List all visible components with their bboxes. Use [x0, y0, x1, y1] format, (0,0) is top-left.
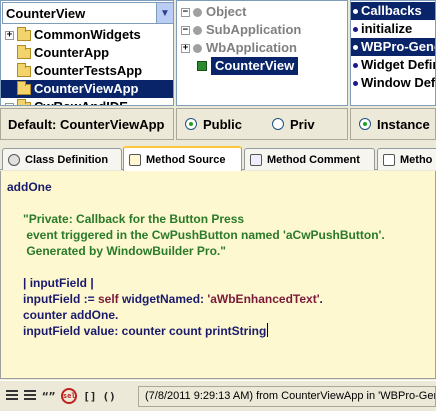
comment-line: Generated by WindowBuilder Pro."	[23, 244, 226, 258]
tab-label: Method Comment	[267, 153, 360, 166]
class-ball-icon	[193, 43, 202, 53]
category-item-widget-definitions[interactable]: Widget Definitions	[351, 56, 435, 74]
bullet-icon	[353, 62, 358, 68]
class-icon	[197, 61, 207, 71]
hierarchy-item-subapplication[interactable]: − SubApplication	[177, 21, 347, 39]
method-selector-line: addOne	[7, 180, 52, 194]
category-item-window-defaults[interactable]: Window Defaults	[351, 74, 435, 92]
default-application-label: Default: CounterViewApp	[0, 108, 174, 140]
code-line: inputField := self widgetNamed: 'aWbEnha…	[23, 292, 323, 306]
method-source-editor[interactable]: addOne "Private: Callback for the Button…	[0, 171, 436, 379]
folder-icon	[17, 26, 31, 41]
private-radio-label: Priv	[290, 116, 315, 132]
method-source-icon	[129, 153, 141, 166]
tab-method-source[interactable]: Method Source	[123, 146, 242, 171]
tab-method-comment[interactable]: Method Comment	[244, 148, 375, 170]
public-radio[interactable]: Public	[185, 117, 242, 132]
categories-pane: Callbacks initialize WBPro-Generated Wid…	[350, 0, 436, 106]
app-item-countertestsapp[interactable]: CounterTestsApp	[1, 62, 173, 80]
bullet-icon	[353, 44, 358, 50]
category-item-initialize[interactable]: initialize	[351, 20, 435, 38]
bullet-icon	[353, 8, 358, 14]
category-item-label: Callbacks	[361, 3, 422, 18]
class-hierarchy-tree: − Object − SubApplication + WbApplicatio…	[177, 3, 347, 75]
outdent-icon[interactable]	[24, 390, 36, 402]
app-item-label: CwRowAndIDE	[34, 98, 128, 105]
radio-selected-icon	[185, 118, 197, 130]
text-cursor	[267, 323, 269, 337]
category-item-label: WBPro-Generated	[361, 39, 435, 54]
visibility-radio-group: Public Priv	[176, 108, 348, 140]
app-item-label: CommonWidgets	[34, 27, 141, 42]
folder-icon	[17, 98, 31, 105]
app-item-partial[interactable]: CwRowAndIDE	[1, 98, 173, 105]
class-ball-icon	[193, 7, 202, 17]
app-item-commonwidgets[interactable]: + CommonWidgets	[1, 26, 173, 44]
hierarchy-item-object[interactable]: − Object	[177, 3, 347, 21]
category-item-wbpro-generated[interactable]: WBPro-Generated	[351, 38, 435, 56]
comment-line: event triggered in the CwPushButton name…	[23, 228, 385, 242]
expand-icon[interactable]	[5, 102, 14, 105]
expand-icon[interactable]: +	[181, 43, 190, 53]
instance-radio[interactable]: Instance	[359, 117, 430, 132]
app-item-label: CounterViewApp	[34, 81, 139, 96]
tab-label: Metho	[400, 153, 433, 166]
tab-method-extra[interactable]: Metho	[377, 148, 436, 170]
public-radio-label: Public	[203, 116, 243, 132]
status-bar: “” sel [] () (7/8/2011 9:29:13 AM) from …	[0, 380, 436, 411]
app-item-label: CounterTestsApp	[34, 63, 143, 78]
class-selector-value: CounterView	[6, 5, 86, 21]
collapse-icon[interactable]: −	[181, 7, 190, 17]
class-definition-icon	[8, 153, 20, 166]
collapse-icon[interactable]: −	[181, 25, 190, 35]
category-item-label: Window Defaults	[361, 75, 436, 90]
categories-list: Callbacks initialize WBPro-Generated Wid…	[351, 2, 435, 92]
tab-label: Class Definition	[25, 153, 109, 166]
comment-line: "Private: Callback for the Button Press	[23, 212, 245, 226]
bullet-icon	[353, 26, 358, 32]
applications-tree: + CommonWidgets CounterApp CounterTestsA…	[1, 26, 173, 105]
brackets-icon[interactable]: []	[83, 388, 96, 404]
status-message: (7/8/2011 9:29:13 AM) from CounterViewAp…	[138, 386, 436, 407]
folder-icon	[17, 80, 31, 95]
hierarchy-item-label: CounterView	[211, 57, 299, 75]
class-ball-icon	[193, 25, 202, 35]
chevron-down-icon[interactable]: ▼	[156, 3, 173, 23]
class-hierarchy-pane: − Object − SubApplication + WbApplicatio…	[176, 0, 348, 106]
radio-unselected-icon	[272, 118, 285, 130]
hierarchy-item-label: Object	[206, 4, 247, 19]
code-line: counter addOne.	[23, 308, 119, 322]
instance-radio-group: Instance	[350, 108, 436, 140]
sel-circle-icon[interactable]: sel	[61, 388, 78, 404]
category-item-label: Widget Definitions	[361, 57, 435, 72]
app-item-counterapp[interactable]: CounterApp	[1, 44, 173, 62]
folder-icon	[17, 62, 31, 77]
radio-selected-icon	[359, 118, 371, 130]
hierarchy-item-label: SubApplication	[206, 22, 302, 37]
instance-radio-label: Instance	[377, 116, 430, 132]
hierarchy-item-label: WbApplication	[206, 40, 297, 55]
code-line: inputField value: counter count printStr…	[23, 323, 269, 338]
parens-icon[interactable]: ()	[103, 388, 116, 404]
expand-icon[interactable]: +	[5, 30, 14, 40]
bullet-icon	[353, 80, 358, 86]
app-item-label: CounterApp	[34, 45, 110, 60]
hierarchy-item-wbapplication[interactable]: + WbApplication	[177, 39, 347, 57]
method-icon	[383, 153, 395, 166]
category-item-label: initialize	[361, 21, 413, 36]
method-comment-icon	[250, 153, 262, 166]
quotes-icon[interactable]: “”	[42, 388, 55, 404]
tab-label: Method Source	[146, 153, 226, 166]
app-item-counterviewapp[interactable]: CounterViewApp	[1, 80, 173, 98]
applications-pane: CounterView ▼ + CommonWidgets CounterApp…	[0, 0, 174, 106]
category-item-callbacks[interactable]: Callbacks	[351, 2, 435, 20]
hierarchy-item-counterview[interactable]: CounterView	[177, 57, 347, 75]
folder-icon	[17, 44, 31, 59]
class-selector-combo[interactable]: CounterView ▼	[2, 2, 173, 24]
temporaries-line: | inputField |	[23, 276, 94, 290]
private-radio[interactable]: Priv	[272, 117, 315, 132]
tab-class-definition[interactable]: Class Definition	[2, 148, 122, 170]
indent-icon[interactable]	[6, 390, 18, 402]
editor-tabs: Class Definition Method Source Method Co…	[0, 146, 436, 171]
